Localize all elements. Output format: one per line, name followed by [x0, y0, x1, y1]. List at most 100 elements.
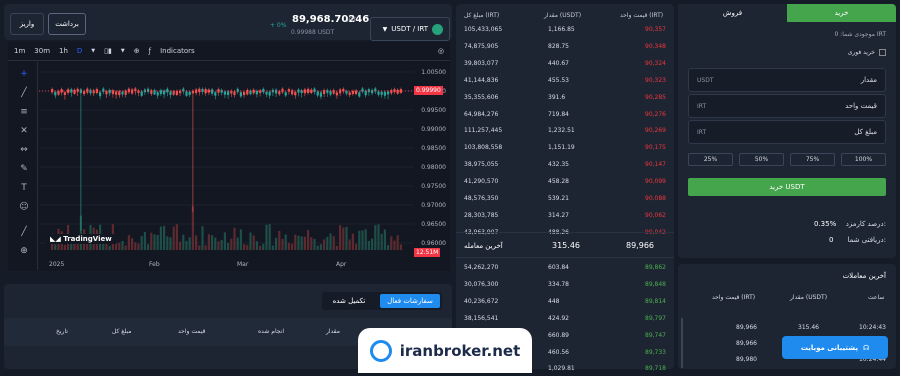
tab-buy[interactable]: خرید	[787, 4, 896, 22]
volume-bar	[380, 233, 383, 250]
buy-usdt-button[interactable]: خرید USDT	[688, 178, 886, 196]
ruler-icon[interactable]: ╱	[18, 226, 30, 238]
book-price: 90,062	[645, 211, 666, 219]
volume-bar	[217, 241, 220, 250]
trade-form: خرید فروش موجودی شما: 0 IRT خرید فوری US…	[678, 4, 896, 258]
amount-unit: USDT	[697, 77, 714, 84]
brand-text: iranbroker.net	[399, 341, 521, 360]
candle	[399, 89, 402, 93]
timeframe-1m[interactable]: 1m	[14, 47, 25, 55]
scrollbar[interactable]	[681, 318, 683, 368]
book-price: 90,147	[645, 161, 666, 169]
pct-75-button[interactable]: 75%	[790, 153, 835, 166]
book-row[interactable]: 39,803,077 440.67 90,324	[456, 56, 674, 71]
col-filled: انجام شده	[258, 328, 284, 335]
tradingview-text: TradingView	[63, 235, 112, 243]
book-row[interactable]: 54,262,270 603.84 89,862	[456, 260, 674, 275]
withdraw-button[interactable]: برداشت	[48, 13, 86, 35]
crosshair-icon[interactable]: +	[18, 68, 30, 80]
book-row[interactable]: 64,984,276 719.84 90,276	[456, 107, 674, 122]
book-total: 48,576,350	[464, 195, 499, 202]
book-row[interactable]: 103,808,558 1,151.19 90,175	[456, 140, 674, 155]
book-row[interactable]: 38,975,055 432.35 90,147	[456, 157, 674, 172]
timeframe-1h[interactable]: 1h	[59, 47, 68, 55]
volume-bar	[313, 238, 316, 250]
book-row[interactable]: 48,576,350 539.21 90,088	[456, 191, 674, 206]
pattern-icon[interactable]: ✕	[18, 125, 30, 137]
fib-icon[interactable]: ≡	[18, 106, 30, 118]
total-field[interactable]: IRT مبلغ کل	[688, 120, 886, 144]
book-row[interactable]: 41,290,570 458.28 90,099	[456, 174, 674, 189]
indicators-button[interactable]: Indicators	[160, 47, 195, 55]
book-row[interactable]: 111,257,445 1,232.51 90,269	[456, 123, 674, 138]
volume-bar	[236, 237, 239, 250]
book-total: 38,975,055	[464, 161, 499, 169]
instant-buy[interactable]: خرید فوری	[848, 49, 886, 56]
pct-25-button[interactable]: 25%	[688, 153, 733, 166]
book-total: 54,262,270	[464, 264, 499, 271]
deposit-button[interactable]: واریز	[10, 13, 44, 35]
book-price: 90,175	[645, 144, 666, 152]
emoji-icon[interactable]: ☺	[18, 201, 30, 213]
book-row[interactable]: 38,156,541 424.92 89,797	[456, 311, 674, 326]
amount-field[interactable]: USDT مقدار	[688, 68, 886, 92]
volume-bar	[108, 245, 111, 250]
pair-selector[interactable]: ▼ USDT / IRT	[370, 17, 450, 41]
book-row[interactable]: 74,875,905 828.75 90,348	[456, 39, 674, 54]
unit-price-field[interactable]: IRT قیمت واحد	[688, 94, 886, 118]
brand-watermark: iranbroker.net	[358, 328, 532, 373]
book-price: 89,747	[645, 331, 666, 339]
tab-sell[interactable]: فروش	[678, 4, 787, 22]
timeframe-d[interactable]: D	[77, 47, 82, 55]
candle	[284, 92, 287, 96]
tab-completed[interactable]: تکمیل شده	[324, 294, 374, 308]
book-row[interactable]: 41,144,836 455.53 90,323	[456, 73, 674, 88]
timeframe-30m[interactable]: 30m	[34, 47, 50, 55]
volume-bar	[220, 239, 223, 250]
book-price: 90,088	[645, 195, 666, 202]
book-header-amount: مقدار (USDT)	[544, 12, 582, 19]
book-amount: 539.21	[548, 195, 569, 202]
volume-bar	[348, 239, 351, 250]
book-amount: 448	[548, 297, 560, 305]
indicators-icon[interactable]: ƒ	[149, 47, 151, 55]
chevron-down-icon[interactable]: ▼	[91, 48, 95, 54]
volume-bar	[361, 230, 364, 250]
chevron-down-icon[interactable]: ▼	[121, 48, 125, 54]
trendline-icon[interactable]: ╱	[18, 87, 30, 99]
text-icon[interactable]: T	[18, 182, 30, 194]
book-amount: 455.53	[548, 76, 569, 84]
book-row[interactable]: 28,303,785 314.27 90,062	[456, 208, 674, 223]
candle-plot[interactable]	[39, 62, 414, 250]
candle	[214, 92, 217, 96]
measure-icon[interactable]: ⇔	[18, 144, 30, 156]
book-row[interactable]: 105,433,065 1,166.85 90,357	[456, 22, 674, 37]
book-amount: 458.28	[548, 178, 569, 186]
last-trade-amount: 315.46	[552, 241, 580, 250]
support-button[interactable]: پشتیبانی موبایت ☊	[782, 336, 888, 359]
book-row[interactable]: 40,236,672 448 89,814	[456, 294, 674, 309]
pct-100-button[interactable]: 100%	[841, 153, 886, 166]
candle-type-icon[interactable]: ▯▮	[104, 47, 112, 55]
candle	[281, 88, 284, 93]
volume-bar	[387, 245, 390, 250]
pct-50-button[interactable]: 50%	[739, 153, 784, 166]
book-amount: 719.84	[548, 110, 569, 118]
brush-icon[interactable]: ✎	[18, 163, 30, 175]
x-tick: Feb	[149, 261, 160, 268]
instant-buy-checkbox[interactable]	[879, 49, 886, 56]
candle	[54, 92, 57, 96]
book-total: 41,144,836	[464, 76, 499, 84]
zoom-icon[interactable]: ⊕	[18, 245, 30, 257]
book-amount: 424.92	[548, 314, 569, 322]
add-indicator-icon[interactable]: ⊕	[134, 47, 140, 55]
market-header: واریز برداشت + 0% 89,968.70246 IRT 0.999…	[4, 4, 452, 41]
tab-active-orders[interactable]: سفارشات فعال	[380, 294, 440, 308]
unit-price-unit: IRT	[697, 103, 707, 110]
chart-logo-icon	[369, 339, 392, 362]
book-total: 40,236,672	[464, 297, 499, 305]
book-row[interactable]: 35,355,606 391.6 90,285	[456, 90, 674, 105]
trade-time: 10:24:43	[859, 324, 886, 331]
camera-icon[interactable]: ◎	[438, 47, 444, 55]
book-row[interactable]: 30,076,300 334.78 89,848	[456, 277, 674, 292]
